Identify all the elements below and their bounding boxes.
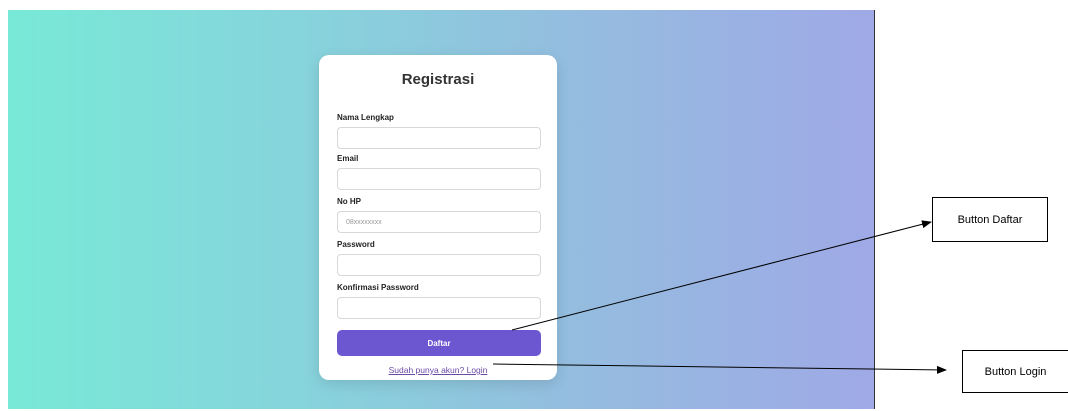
button-login-callout: Button Login — [962, 350, 1068, 393]
button-daftar-callout: Button Daftar — [932, 197, 1048, 242]
daftar-callout-arrow — [511, 220, 932, 331]
callout-arrows — [492, 220, 947, 374]
login-callout-arrow — [492, 363, 947, 374]
